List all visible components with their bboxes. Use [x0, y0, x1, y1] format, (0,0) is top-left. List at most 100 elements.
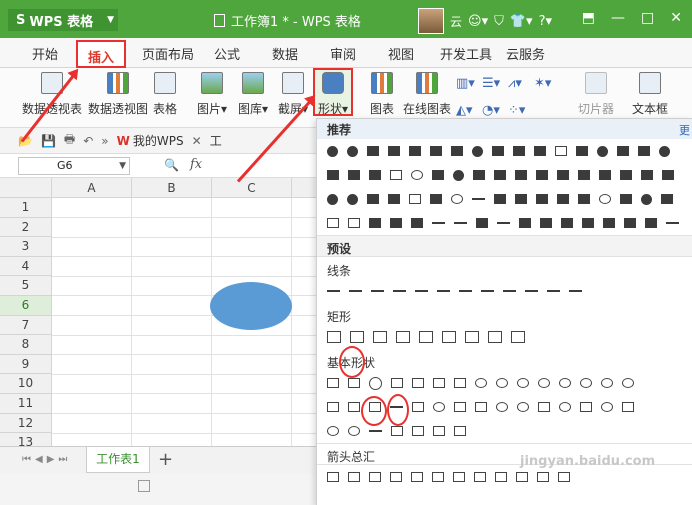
arrow-shape-item[interactable]: [327, 472, 339, 482]
basic-shape-item[interactable]: [475, 378, 487, 388]
smile-icon[interactable]: ☺▾: [468, 14, 488, 29]
basic-shape-item[interactable]: [580, 378, 592, 388]
avatar[interactable]: [418, 8, 444, 34]
shape-item[interactable]: [661, 194, 673, 204]
shape-item[interactable]: [620, 170, 632, 180]
shape-item[interactable]: [603, 218, 615, 228]
print-icon[interactable]: 🖶: [64, 130, 75, 151]
fx-button[interactable]: fx: [190, 157, 202, 172]
row-header[interactable]: 11: [0, 394, 52, 414]
shape-item[interactable]: [561, 218, 573, 228]
line-item[interactable]: [503, 290, 516, 292]
shape-item[interactable]: [519, 218, 531, 228]
line-item[interactable]: [481, 290, 494, 292]
shape-item[interactable]: [494, 170, 506, 180]
shape-item[interactable]: [620, 194, 632, 204]
arc-shape-item[interactable]: [369, 430, 382, 432]
basic-shape-item[interactable]: [517, 402, 529, 412]
chevron-down-icon[interactable]: ▼: [119, 158, 126, 174]
arrow-shape-item[interactable]: [432, 472, 444, 482]
shape-item[interactable]: [369, 218, 381, 228]
shape-item[interactable]: [472, 145, 483, 157]
shape-item[interactable]: [347, 193, 358, 205]
tab-cloud[interactable]: 云服务: [506, 44, 545, 63]
arrow-shape-item[interactable]: [474, 472, 486, 482]
row-header[interactable]: 7: [0, 315, 52, 336]
shape-item[interactable]: [617, 146, 629, 156]
shape-item[interactable]: [515, 194, 527, 204]
shape-item[interactable]: [492, 146, 504, 156]
basic-shape-item[interactable]: [348, 402, 360, 412]
online-chart-button[interactable]: 在线图表: [403, 72, 451, 117]
basic-shape-item[interactable]: [433, 402, 445, 412]
row-header[interactable]: 1: [0, 198, 52, 218]
row-header[interactable]: 2: [0, 217, 52, 238]
row-header[interactable]: 13: [0, 433, 52, 446]
zoom-icon[interactable]: 🔍: [164, 158, 179, 172]
shape-item[interactable]: [666, 222, 679, 224]
rectangle-item[interactable]: [511, 331, 525, 343]
shape-item[interactable]: [369, 170, 381, 180]
shape-item[interactable]: [411, 218, 423, 228]
line-item[interactable]: [525, 290, 538, 292]
basic-shape-item[interactable]: [454, 378, 466, 388]
name-box[interactable]: G6 ▼: [18, 157, 130, 175]
rectangle-item[interactable]: [465, 331, 479, 343]
arrow-shape-item[interactable]: [495, 472, 507, 482]
bracket-shape-item[interactable]: [433, 426, 445, 436]
basic-shape-item[interactable]: [517, 378, 529, 388]
status-icon[interactable]: [138, 480, 150, 492]
triangle-shape-item[interactable]: [391, 378, 403, 388]
brace-shape-item[interactable]: [454, 426, 466, 436]
shape-item[interactable]: [367, 194, 379, 204]
basic-shape-item[interactable]: [559, 402, 571, 412]
shape-item[interactable]: [576, 146, 588, 156]
shape-item[interactable]: [348, 218, 360, 228]
area-chart-icon[interactable]: ◭▾: [456, 103, 482, 118]
row-header[interactable]: 5: [0, 276, 52, 296]
scatter-chart-icon[interactable]: ⁘▾: [508, 103, 534, 118]
ellipse-shape[interactable]: [210, 282, 292, 330]
basic-shape-item[interactable]: [601, 402, 613, 412]
shape-item[interactable]: [645, 218, 657, 228]
shapes-button[interactable]: 形状▾: [313, 68, 354, 116]
pivot-table-button[interactable]: 数据透视表: [22, 72, 82, 117]
rectangle-item[interactable]: [419, 331, 433, 343]
basic-shape-item[interactable]: [454, 402, 466, 412]
basic-shape-item[interactable]: [580, 402, 592, 412]
rectangle-item[interactable]: [396, 331, 410, 343]
column-header-a[interactable]: A: [52, 178, 132, 198]
more-icon[interactable]: »: [101, 134, 108, 148]
basic-shape-item[interactable]: [622, 378, 634, 388]
shirt-icon[interactable]: 👕▾: [510, 14, 533, 29]
shape-item[interactable]: [582, 218, 594, 228]
line-item[interactable]: [327, 290, 340, 292]
line-item[interactable]: [349, 290, 362, 292]
spreadsheet-grid[interactable]: A B C 1 2 3 4 5 6 7 8 9 10 11 12 13: [0, 178, 320, 446]
shape-item[interactable]: [641, 170, 653, 180]
bar-chart-icon[interactable]: ☰▾: [482, 76, 508, 91]
sheet-nav-arrows[interactable]: ⏮◀▶⏭: [22, 454, 71, 465]
close-tab-icon[interactable]: ✕: [192, 134, 202, 148]
brace-shape-item[interactable]: [412, 426, 424, 436]
moon-shape-item[interactable]: [327, 426, 339, 436]
line-chart-icon[interactable]: ⩘▾: [508, 76, 534, 91]
rectangle-item[interactable]: [327, 331, 341, 343]
shape-item[interactable]: [624, 218, 636, 228]
line-item[interactable]: [415, 290, 428, 292]
row-header[interactable]: 8: [0, 335, 52, 355]
shape-item[interactable]: [497, 222, 510, 224]
rectangle-item[interactable]: [442, 331, 456, 343]
shape-item[interactable]: [476, 218, 488, 228]
shape-item[interactable]: [327, 145, 338, 157]
shield-icon[interactable]: ⛉: [494, 14, 504, 29]
arrow-shape-item[interactable]: [348, 472, 360, 482]
tab-formula[interactable]: 公式: [214, 44, 240, 63]
arrow-shape-item[interactable]: [390, 472, 402, 482]
shape-item[interactable]: [515, 170, 527, 180]
basic-shape-item[interactable]: [327, 402, 339, 412]
tab-view[interactable]: 视图: [388, 44, 414, 63]
select-all-corner[interactable]: [0, 178, 52, 198]
arrow-shape-item[interactable]: [369, 472, 381, 482]
tab-page-layout[interactable]: 页面布局: [142, 44, 194, 63]
